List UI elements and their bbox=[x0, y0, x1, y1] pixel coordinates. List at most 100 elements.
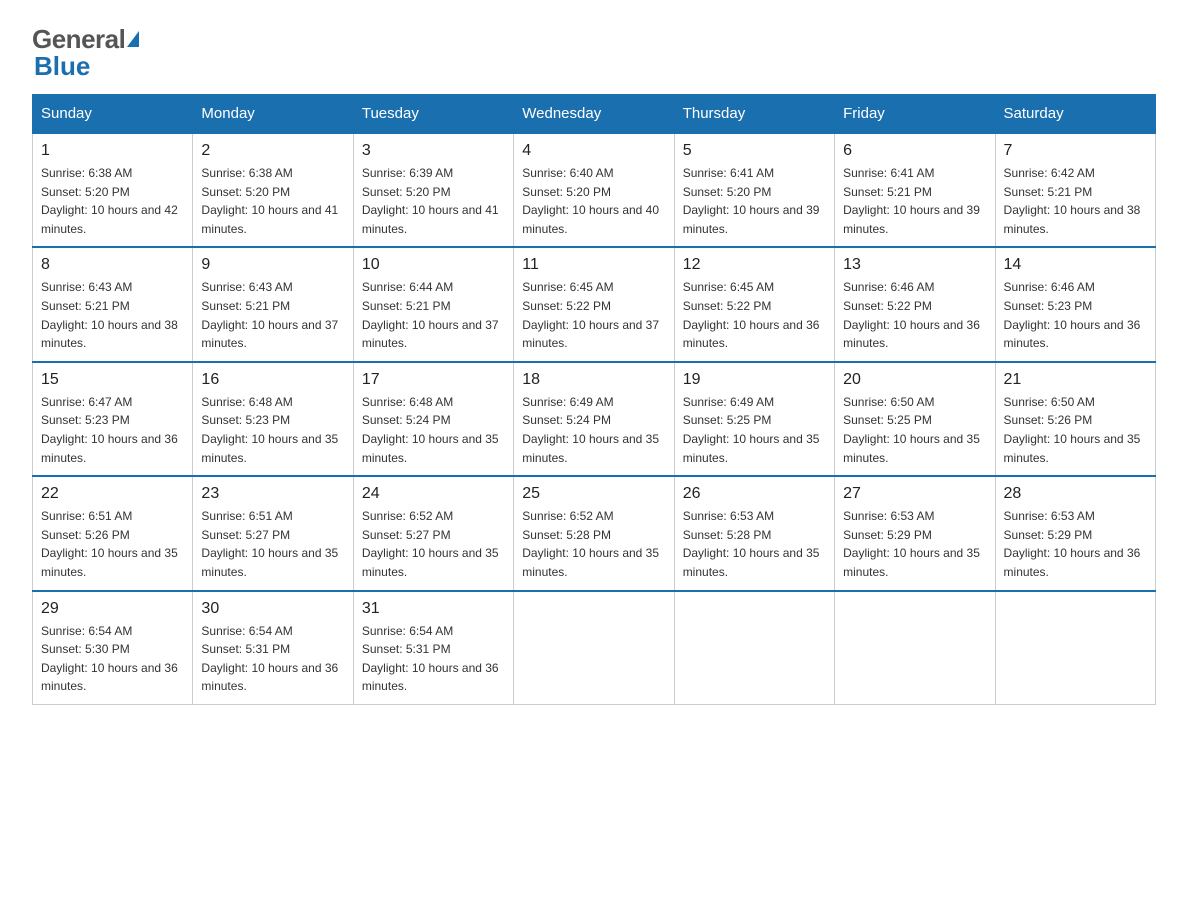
calendar-cell: 28 Sunrise: 6:53 AM Sunset: 5:29 PM Dayl… bbox=[995, 476, 1155, 590]
day-header-thursday: Thursday bbox=[674, 95, 834, 134]
calendar-cell: 11 Sunrise: 6:45 AM Sunset: 5:22 PM Dayl… bbox=[514, 247, 674, 361]
day-number: 30 bbox=[201, 600, 344, 618]
calendar-cell: 13 Sunrise: 6:46 AM Sunset: 5:22 PM Dayl… bbox=[835, 247, 995, 361]
calendar-cell bbox=[835, 591, 995, 705]
day-info: Sunrise: 6:38 AM Sunset: 5:20 PM Dayligh… bbox=[201, 164, 344, 238]
calendar-cell bbox=[514, 591, 674, 705]
calendar-cell: 31 Sunrise: 6:54 AM Sunset: 5:31 PM Dayl… bbox=[353, 591, 513, 705]
calendar-week-row: 29 Sunrise: 6:54 AM Sunset: 5:30 PM Dayl… bbox=[33, 591, 1156, 705]
day-info: Sunrise: 6:49 AM Sunset: 5:25 PM Dayligh… bbox=[683, 393, 826, 467]
day-info: Sunrise: 6:52 AM Sunset: 5:27 PM Dayligh… bbox=[362, 507, 505, 581]
calendar-cell: 23 Sunrise: 6:51 AM Sunset: 5:27 PM Dayl… bbox=[193, 476, 353, 590]
calendar-table: SundayMondayTuesdayWednesdayThursdayFrid… bbox=[32, 94, 1156, 705]
day-number: 19 bbox=[683, 371, 826, 389]
day-info: Sunrise: 6:54 AM Sunset: 5:31 PM Dayligh… bbox=[201, 622, 344, 696]
day-info: Sunrise: 6:39 AM Sunset: 5:20 PM Dayligh… bbox=[362, 164, 505, 238]
day-info: Sunrise: 6:48 AM Sunset: 5:24 PM Dayligh… bbox=[362, 393, 505, 467]
day-number: 26 bbox=[683, 485, 826, 503]
day-info: Sunrise: 6:50 AM Sunset: 5:25 PM Dayligh… bbox=[843, 393, 986, 467]
day-info: Sunrise: 6:49 AM Sunset: 5:24 PM Dayligh… bbox=[522, 393, 665, 467]
day-info: Sunrise: 6:46 AM Sunset: 5:22 PM Dayligh… bbox=[843, 278, 986, 352]
day-header-saturday: Saturday bbox=[995, 95, 1155, 134]
calendar-cell: 27 Sunrise: 6:53 AM Sunset: 5:29 PM Dayl… bbox=[835, 476, 995, 590]
day-header-friday: Friday bbox=[835, 95, 995, 134]
calendar-cell bbox=[674, 591, 834, 705]
calendar-cell: 26 Sunrise: 6:53 AM Sunset: 5:28 PM Dayl… bbox=[674, 476, 834, 590]
day-number: 5 bbox=[683, 142, 826, 160]
day-number: 15 bbox=[41, 371, 184, 389]
day-number: 9 bbox=[201, 256, 344, 274]
day-info: Sunrise: 6:41 AM Sunset: 5:20 PM Dayligh… bbox=[683, 164, 826, 238]
day-number: 1 bbox=[41, 142, 184, 160]
day-info: Sunrise: 6:51 AM Sunset: 5:26 PM Dayligh… bbox=[41, 507, 184, 581]
day-number: 16 bbox=[201, 371, 344, 389]
day-info: Sunrise: 6:42 AM Sunset: 5:21 PM Dayligh… bbox=[1004, 164, 1147, 238]
day-info: Sunrise: 6:38 AM Sunset: 5:20 PM Dayligh… bbox=[41, 164, 184, 238]
calendar-cell: 22 Sunrise: 6:51 AM Sunset: 5:26 PM Dayl… bbox=[33, 476, 193, 590]
day-header-sunday: Sunday bbox=[33, 95, 193, 134]
day-number: 11 bbox=[522, 256, 665, 274]
day-number: 10 bbox=[362, 256, 505, 274]
day-number: 25 bbox=[522, 485, 665, 503]
day-header-wednesday: Wednesday bbox=[514, 95, 674, 134]
day-number: 27 bbox=[843, 485, 986, 503]
calendar-cell: 3 Sunrise: 6:39 AM Sunset: 5:20 PM Dayli… bbox=[353, 133, 513, 247]
day-info: Sunrise: 6:43 AM Sunset: 5:21 PM Dayligh… bbox=[41, 278, 184, 352]
day-info: Sunrise: 6:46 AM Sunset: 5:23 PM Dayligh… bbox=[1004, 278, 1147, 352]
calendar-cell bbox=[995, 591, 1155, 705]
day-number: 12 bbox=[683, 256, 826, 274]
calendar-cell: 18 Sunrise: 6:49 AM Sunset: 5:24 PM Dayl… bbox=[514, 362, 674, 476]
logo: General Blue bbox=[32, 24, 139, 82]
calendar-cell: 12 Sunrise: 6:45 AM Sunset: 5:22 PM Dayl… bbox=[674, 247, 834, 361]
day-number: 8 bbox=[41, 256, 184, 274]
day-info: Sunrise: 6:44 AM Sunset: 5:21 PM Dayligh… bbox=[362, 278, 505, 352]
day-info: Sunrise: 6:40 AM Sunset: 5:20 PM Dayligh… bbox=[522, 164, 665, 238]
day-number: 17 bbox=[362, 371, 505, 389]
day-number: 20 bbox=[843, 371, 986, 389]
calendar-cell: 14 Sunrise: 6:46 AM Sunset: 5:23 PM Dayl… bbox=[995, 247, 1155, 361]
calendar-cell: 17 Sunrise: 6:48 AM Sunset: 5:24 PM Dayl… bbox=[353, 362, 513, 476]
calendar-week-row: 15 Sunrise: 6:47 AM Sunset: 5:23 PM Dayl… bbox=[33, 362, 1156, 476]
day-number: 13 bbox=[843, 256, 986, 274]
day-info: Sunrise: 6:53 AM Sunset: 5:29 PM Dayligh… bbox=[843, 507, 986, 581]
calendar-cell: 21 Sunrise: 6:50 AM Sunset: 5:26 PM Dayl… bbox=[995, 362, 1155, 476]
calendar-cell: 7 Sunrise: 6:42 AM Sunset: 5:21 PM Dayli… bbox=[995, 133, 1155, 247]
day-info: Sunrise: 6:45 AM Sunset: 5:22 PM Dayligh… bbox=[683, 278, 826, 352]
day-info: Sunrise: 6:43 AM Sunset: 5:21 PM Dayligh… bbox=[201, 278, 344, 352]
day-number: 18 bbox=[522, 371, 665, 389]
day-number: 21 bbox=[1004, 371, 1147, 389]
calendar-cell: 19 Sunrise: 6:49 AM Sunset: 5:25 PM Dayl… bbox=[674, 362, 834, 476]
calendar-cell: 15 Sunrise: 6:47 AM Sunset: 5:23 PM Dayl… bbox=[33, 362, 193, 476]
calendar-cell: 29 Sunrise: 6:54 AM Sunset: 5:30 PM Dayl… bbox=[33, 591, 193, 705]
day-number: 2 bbox=[201, 142, 344, 160]
calendar-cell: 5 Sunrise: 6:41 AM Sunset: 5:20 PM Dayli… bbox=[674, 133, 834, 247]
calendar-cell: 9 Sunrise: 6:43 AM Sunset: 5:21 PM Dayli… bbox=[193, 247, 353, 361]
day-info: Sunrise: 6:50 AM Sunset: 5:26 PM Dayligh… bbox=[1004, 393, 1147, 467]
page-header: General Blue bbox=[32, 24, 1156, 82]
day-info: Sunrise: 6:53 AM Sunset: 5:28 PM Dayligh… bbox=[683, 507, 826, 581]
day-number: 31 bbox=[362, 600, 505, 618]
calendar-cell: 10 Sunrise: 6:44 AM Sunset: 5:21 PM Dayl… bbox=[353, 247, 513, 361]
calendar-cell: 1 Sunrise: 6:38 AM Sunset: 5:20 PM Dayli… bbox=[33, 133, 193, 247]
calendar-cell: 16 Sunrise: 6:48 AM Sunset: 5:23 PM Dayl… bbox=[193, 362, 353, 476]
calendar-cell: 4 Sunrise: 6:40 AM Sunset: 5:20 PM Dayli… bbox=[514, 133, 674, 247]
calendar-cell: 8 Sunrise: 6:43 AM Sunset: 5:21 PM Dayli… bbox=[33, 247, 193, 361]
calendar-cell: 25 Sunrise: 6:52 AM Sunset: 5:28 PM Dayl… bbox=[514, 476, 674, 590]
day-number: 6 bbox=[843, 142, 986, 160]
day-info: Sunrise: 6:48 AM Sunset: 5:23 PM Dayligh… bbox=[201, 393, 344, 467]
calendar-week-row: 1 Sunrise: 6:38 AM Sunset: 5:20 PM Dayli… bbox=[33, 133, 1156, 247]
day-number: 23 bbox=[201, 485, 344, 503]
day-info: Sunrise: 6:52 AM Sunset: 5:28 PM Dayligh… bbox=[522, 507, 665, 581]
day-header-monday: Monday bbox=[193, 95, 353, 134]
calendar-cell: 24 Sunrise: 6:52 AM Sunset: 5:27 PM Dayl… bbox=[353, 476, 513, 590]
calendar-cell: 20 Sunrise: 6:50 AM Sunset: 5:25 PM Dayl… bbox=[835, 362, 995, 476]
day-number: 3 bbox=[362, 142, 505, 160]
day-info: Sunrise: 6:47 AM Sunset: 5:23 PM Dayligh… bbox=[41, 393, 184, 467]
logo-blue-text: Blue bbox=[32, 51, 90, 82]
calendar-week-row: 8 Sunrise: 6:43 AM Sunset: 5:21 PM Dayli… bbox=[33, 247, 1156, 361]
calendar-cell: 6 Sunrise: 6:41 AM Sunset: 5:21 PM Dayli… bbox=[835, 133, 995, 247]
day-number: 4 bbox=[522, 142, 665, 160]
day-info: Sunrise: 6:51 AM Sunset: 5:27 PM Dayligh… bbox=[201, 507, 344, 581]
day-info: Sunrise: 6:45 AM Sunset: 5:22 PM Dayligh… bbox=[522, 278, 665, 352]
calendar-week-row: 22 Sunrise: 6:51 AM Sunset: 5:26 PM Dayl… bbox=[33, 476, 1156, 590]
